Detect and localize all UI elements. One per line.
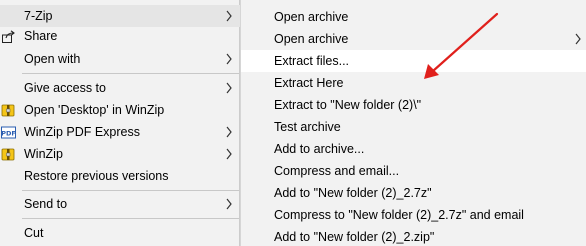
menu-item-winzip-pdf-express[interactable]: PDF WinZip PDF Express bbox=[0, 121, 240, 143]
menu-item-label: Open 'Desktop' in WinZip bbox=[24, 103, 165, 117]
winzip-icon bbox=[1, 148, 15, 161]
submenu-item-label: Compress to "New folder (2)_2.7z" and em… bbox=[274, 208, 524, 222]
submenu-item-add-to-archive[interactable]: Add to archive... bbox=[241, 138, 586, 160]
menu-item-open-with[interactable]: Open with bbox=[0, 48, 240, 70]
chevron-right-icon bbox=[226, 10, 232, 22]
submenu-item-extract-here[interactable]: Extract Here bbox=[241, 72, 586, 94]
menu-item-label: Share bbox=[24, 29, 58, 43]
context-menu: 7-Zip Share Open with Give access to Ope… bbox=[0, 0, 240, 246]
chevron-right-icon bbox=[226, 53, 232, 65]
submenu-item-add-to-zip[interactable]: Add to "New folder (2)_2.zip" bbox=[241, 226, 586, 246]
menu-item-label: 7-Zip bbox=[24, 9, 53, 23]
menu-item-restore-previous-versions[interactable]: Restore previous versions bbox=[0, 165, 240, 187]
menu-item-open-in-winzip[interactable]: Open 'Desktop' in WinZip bbox=[0, 99, 240, 121]
menu-item-cut[interactable]: Cut bbox=[0, 222, 240, 244]
menu-item-label: Give access to bbox=[24, 81, 106, 95]
pdf-icon-text: PDF bbox=[1, 130, 16, 138]
pdf-icon: PDF bbox=[1, 126, 16, 139]
submenu-item-open-archive-submenu[interactable]: Open archive bbox=[241, 28, 586, 50]
submenu-item-label: Open archive bbox=[274, 10, 349, 24]
menu-item-winzip[interactable]: WinZip bbox=[0, 143, 240, 165]
7zip-submenu: Open archive Open archive Extract files.… bbox=[240, 0, 586, 246]
menu-item-share[interactable]: Share bbox=[0, 25, 240, 47]
menu-item-7zip[interactable]: 7-Zip bbox=[0, 5, 240, 27]
submenu-item-label: Add to archive... bbox=[274, 142, 365, 156]
menu-item-label: Cut bbox=[24, 226, 44, 240]
submenu-item-label: Extract files... bbox=[274, 54, 350, 68]
submenu-item-extract-files[interactable]: Extract files... bbox=[241, 50, 586, 72]
menu-item-label: Restore previous versions bbox=[24, 169, 169, 183]
submenu-item-add-to-7z[interactable]: Add to "New folder (2)_2.7z" bbox=[241, 182, 586, 204]
submenu-item-compress-7z-and-email[interactable]: Compress to "New folder (2)_2.7z" and em… bbox=[241, 204, 586, 226]
submenu-item-open-archive[interactable]: Open archive bbox=[241, 6, 586, 28]
submenu-item-label: Compress and email... bbox=[274, 164, 400, 178]
share-icon bbox=[2, 30, 15, 43]
chevron-right-icon bbox=[226, 148, 232, 160]
submenu-item-label: Extract Here bbox=[274, 76, 344, 90]
submenu-item-test-archive[interactable]: Test archive bbox=[241, 116, 586, 138]
context-menu-screenshot: 7-Zip Share Open with Give access to Ope… bbox=[0, 0, 586, 246]
submenu-item-label: Add to "New folder (2)_2.zip" bbox=[274, 230, 435, 244]
menu-item-label: WinZip PDF Express bbox=[24, 125, 140, 139]
chevron-right-icon bbox=[575, 33, 581, 45]
chevron-right-icon bbox=[226, 198, 232, 210]
menu-item-label: WinZip bbox=[24, 147, 63, 161]
menu-separator bbox=[22, 190, 239, 191]
chevron-right-icon bbox=[226, 82, 232, 94]
menu-item-label: Send to bbox=[24, 197, 68, 211]
menu-separator bbox=[22, 218, 239, 219]
submenu-item-label: Extract to "New folder (2)\" bbox=[274, 98, 422, 112]
menu-item-send-to[interactable]: Send to bbox=[0, 193, 240, 215]
menu-item-give-access[interactable]: Give access to bbox=[0, 77, 240, 99]
menu-item-label: Open with bbox=[24, 52, 81, 66]
winzip-icon bbox=[1, 104, 15, 117]
submenu-item-label: Open archive bbox=[274, 32, 349, 46]
menu-separator bbox=[22, 73, 239, 74]
submenu-item-extract-to-folder[interactable]: Extract to "New folder (2)\" bbox=[241, 94, 586, 116]
submenu-item-label: Test archive bbox=[274, 120, 341, 134]
submenu-item-label: Add to "New folder (2)_2.7z" bbox=[274, 186, 432, 200]
submenu-item-compress-and-email[interactable]: Compress and email... bbox=[241, 160, 586, 182]
chevron-right-icon bbox=[226, 126, 232, 138]
